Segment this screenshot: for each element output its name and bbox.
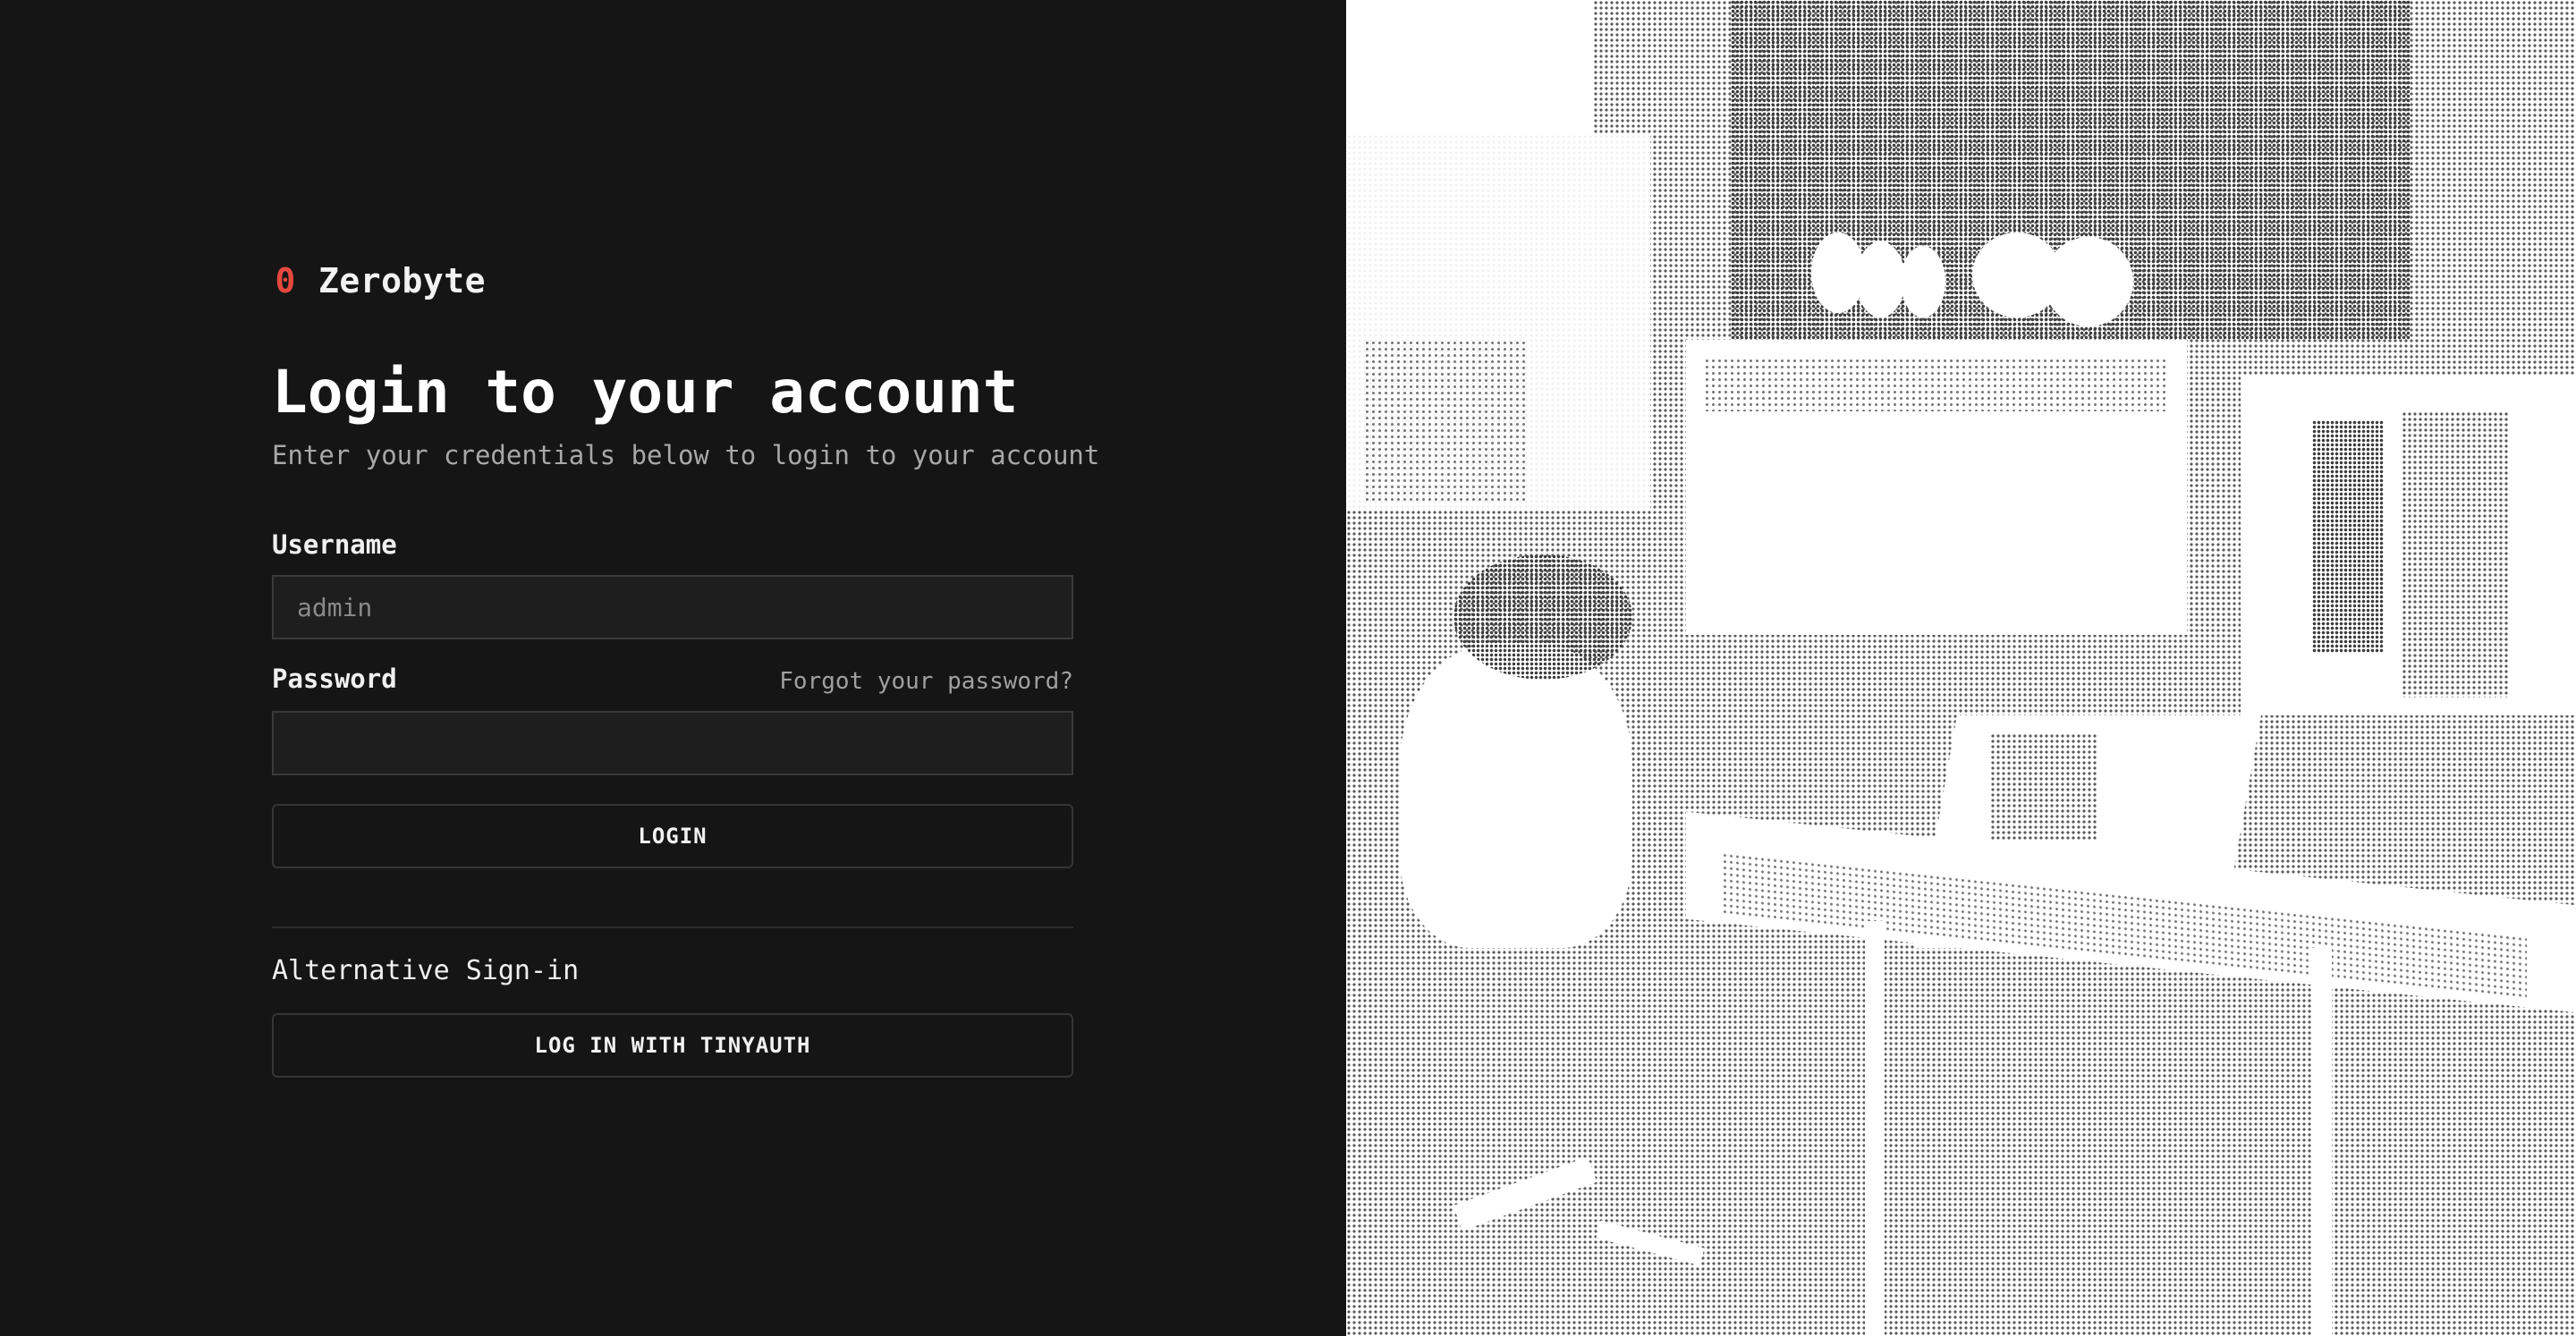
hero-image [1346, 0, 2576, 1336]
brand: 0 Zerobyte [272, 261, 486, 300]
forgot-password-link[interactable]: Forgot your password? [779, 668, 1073, 695]
page-subtitle: Enter your credentials below to login to… [272, 440, 1100, 470]
divider [272, 926, 1073, 928]
password-input[interactable] [272, 711, 1073, 775]
zerobyte-logo-icon: 0 [275, 261, 296, 300]
tinyauth-login-button[interactable]: LOG IN WITH TINYAUTH [272, 1013, 1073, 1078]
login-button[interactable]: LOGIN [272, 804, 1073, 868]
alternative-signin-label: Alternative Sign-in [272, 955, 580, 986]
brand-name: Zerobyte [318, 261, 487, 300]
username-label: Username [272, 529, 397, 560]
username-input[interactable] [272, 575, 1073, 639]
password-label: Password [272, 664, 397, 694]
page-title: Login to your account [272, 358, 1019, 427]
login-panel: 0 Zerobyte Login to your account Enter y… [0, 0, 1346, 1336]
login-page: 0 Zerobyte Login to your account Enter y… [0, 0, 2576, 1336]
halftone-photo-icon [1346, 0, 2576, 1336]
